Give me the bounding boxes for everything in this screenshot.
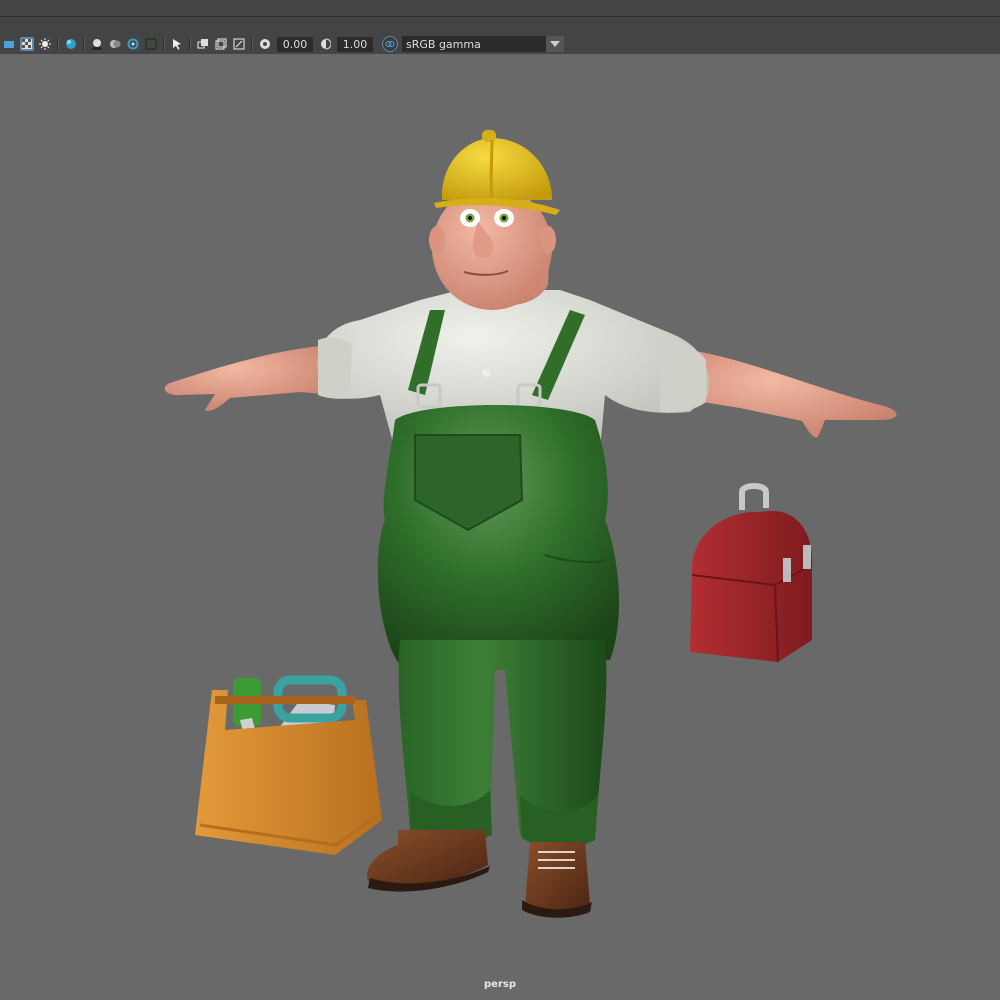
gamma-icon[interactable]	[318, 37, 332, 51]
smooth-shade-icon[interactable]	[64, 37, 78, 51]
left-arm	[164, 345, 335, 411]
toolbar-separator	[251, 37, 253, 51]
panel-menubar	[0, 0, 1000, 17]
checker-icon[interactable]	[20, 37, 34, 51]
exposure-icon[interactable]	[258, 37, 272, 51]
hard-hat	[434, 130, 560, 215]
scene-render	[164, 130, 897, 918]
boots	[367, 830, 592, 918]
resolution-gate-icon[interactable]	[196, 37, 210, 51]
toolbar-separator	[163, 37, 165, 51]
isolate-icon[interactable]	[144, 37, 158, 51]
film-gate-icon[interactable]	[214, 37, 228, 51]
maya-viewport-window: 0.00 1.00 sRGB gamma persp	[0, 0, 1000, 1000]
toolbar-separator	[57, 37, 59, 51]
viewport-icon-bar: 0.00 1.00 sRGB gamma	[0, 35, 564, 53]
gamma-field[interactable]: 1.00	[337, 36, 373, 52]
color-management-icon[interactable]	[382, 36, 398, 52]
toolbox-with-tools	[195, 675, 382, 855]
chevron-down-icon[interactable]	[546, 36, 564, 52]
color-space-label: sRGB gamma	[406, 37, 481, 51]
light-icon[interactable]	[38, 37, 52, 51]
red-lunchbox	[690, 483, 813, 663]
right-arm	[690, 350, 897, 438]
exposure-field[interactable]: 0.00	[277, 36, 313, 52]
shadows-icon[interactable]	[90, 37, 104, 51]
color-space-dropdown[interactable]: sRGB gamma	[402, 36, 564, 52]
motion-blur-icon[interactable]	[126, 37, 140, 51]
camera-name-label: persp	[484, 979, 516, 990]
field-chart-icon[interactable]	[232, 37, 246, 51]
camera-icon[interactable]	[2, 37, 16, 51]
3d-viewport[interactable]	[0, 54, 1000, 1000]
ssao-icon[interactable]	[108, 37, 122, 51]
toolbar-separator	[189, 37, 191, 51]
select-camera-icon[interactable]	[170, 37, 184, 51]
toolbar-separator	[83, 37, 85, 51]
